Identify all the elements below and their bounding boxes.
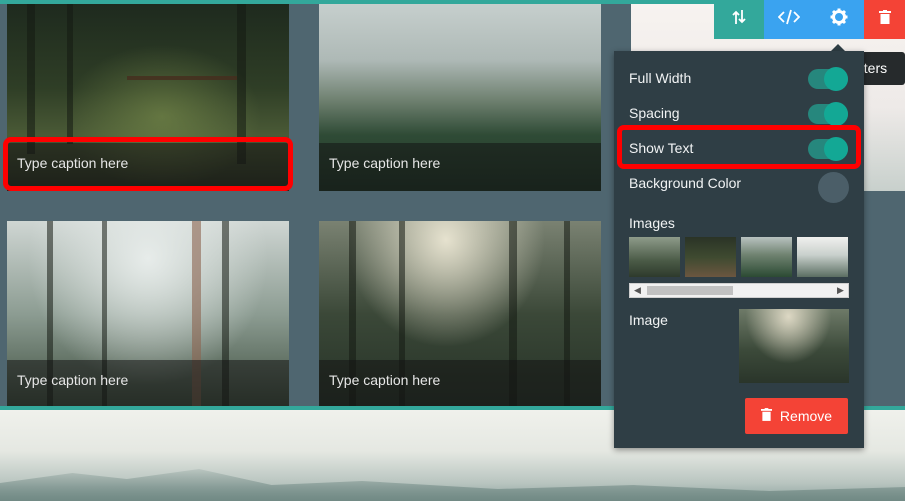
- scroll-left-icon[interactable]: ◀: [630, 284, 645, 297]
- image-thumbnail[interactable]: [629, 237, 680, 277]
- image-thumbnail[interactable]: [741, 237, 792, 277]
- show-text-highlight-box: [617, 125, 861, 169]
- trash-icon: [760, 408, 772, 424]
- background-color-swatch[interactable]: [818, 172, 849, 203]
- settings-panel: Full Width Spacing Show Text Background …: [614, 51, 864, 448]
- remove-button[interactable]: Remove: [745, 398, 848, 434]
- toggle-knob: [824, 67, 848, 91]
- move-button[interactable]: [714, 0, 764, 39]
- images-strip: [629, 237, 849, 277]
- images-scrollbar[interactable]: ◀ ▶: [629, 283, 849, 298]
- mountain-ridge: [0, 469, 905, 501]
- caption-text[interactable]: Type caption here: [17, 372, 128, 388]
- move-arrows-icon: [732, 9, 746, 30]
- image-preview[interactable]: [739, 309, 849, 383]
- full-width-toggle[interactable]: [808, 67, 848, 91]
- caption-text[interactable]: Type caption here: [329, 372, 440, 388]
- settings-button[interactable]: [814, 0, 864, 39]
- scroll-right-icon[interactable]: ▶: [833, 284, 848, 297]
- toggle-knob: [824, 102, 848, 126]
- caption-highlight-box: [3, 137, 293, 191]
- gallery-card-4[interactable]: Type caption here: [319, 221, 601, 408]
- image-label: Image: [629, 312, 668, 328]
- block-toolbar: [714, 0, 905, 39]
- image-thumbnail[interactable]: [685, 237, 736, 277]
- background-color-label: Background Color: [629, 175, 742, 191]
- trash-icon: [878, 10, 891, 29]
- images-label: Images: [629, 215, 675, 231]
- caption-text[interactable]: Type caption here: [329, 155, 440, 171]
- delete-button[interactable]: [864, 0, 905, 39]
- gear-icon: [830, 8, 848, 31]
- code-icon: [777, 9, 801, 30]
- full-width-label: Full Width: [629, 70, 692, 86]
- remove-label: Remove: [779, 408, 833, 424]
- spacing-label: Spacing: [629, 105, 680, 121]
- image-thumbnail[interactable]: [797, 237, 848, 277]
- gallery-card-3[interactable]: Type caption here: [7, 221, 289, 408]
- scrollbar-thumb[interactable]: [647, 286, 733, 295]
- spacing-toggle[interactable]: [808, 102, 848, 126]
- code-button[interactable]: [764, 0, 814, 39]
- gallery-card-2[interactable]: Type caption here: [319, 4, 601, 191]
